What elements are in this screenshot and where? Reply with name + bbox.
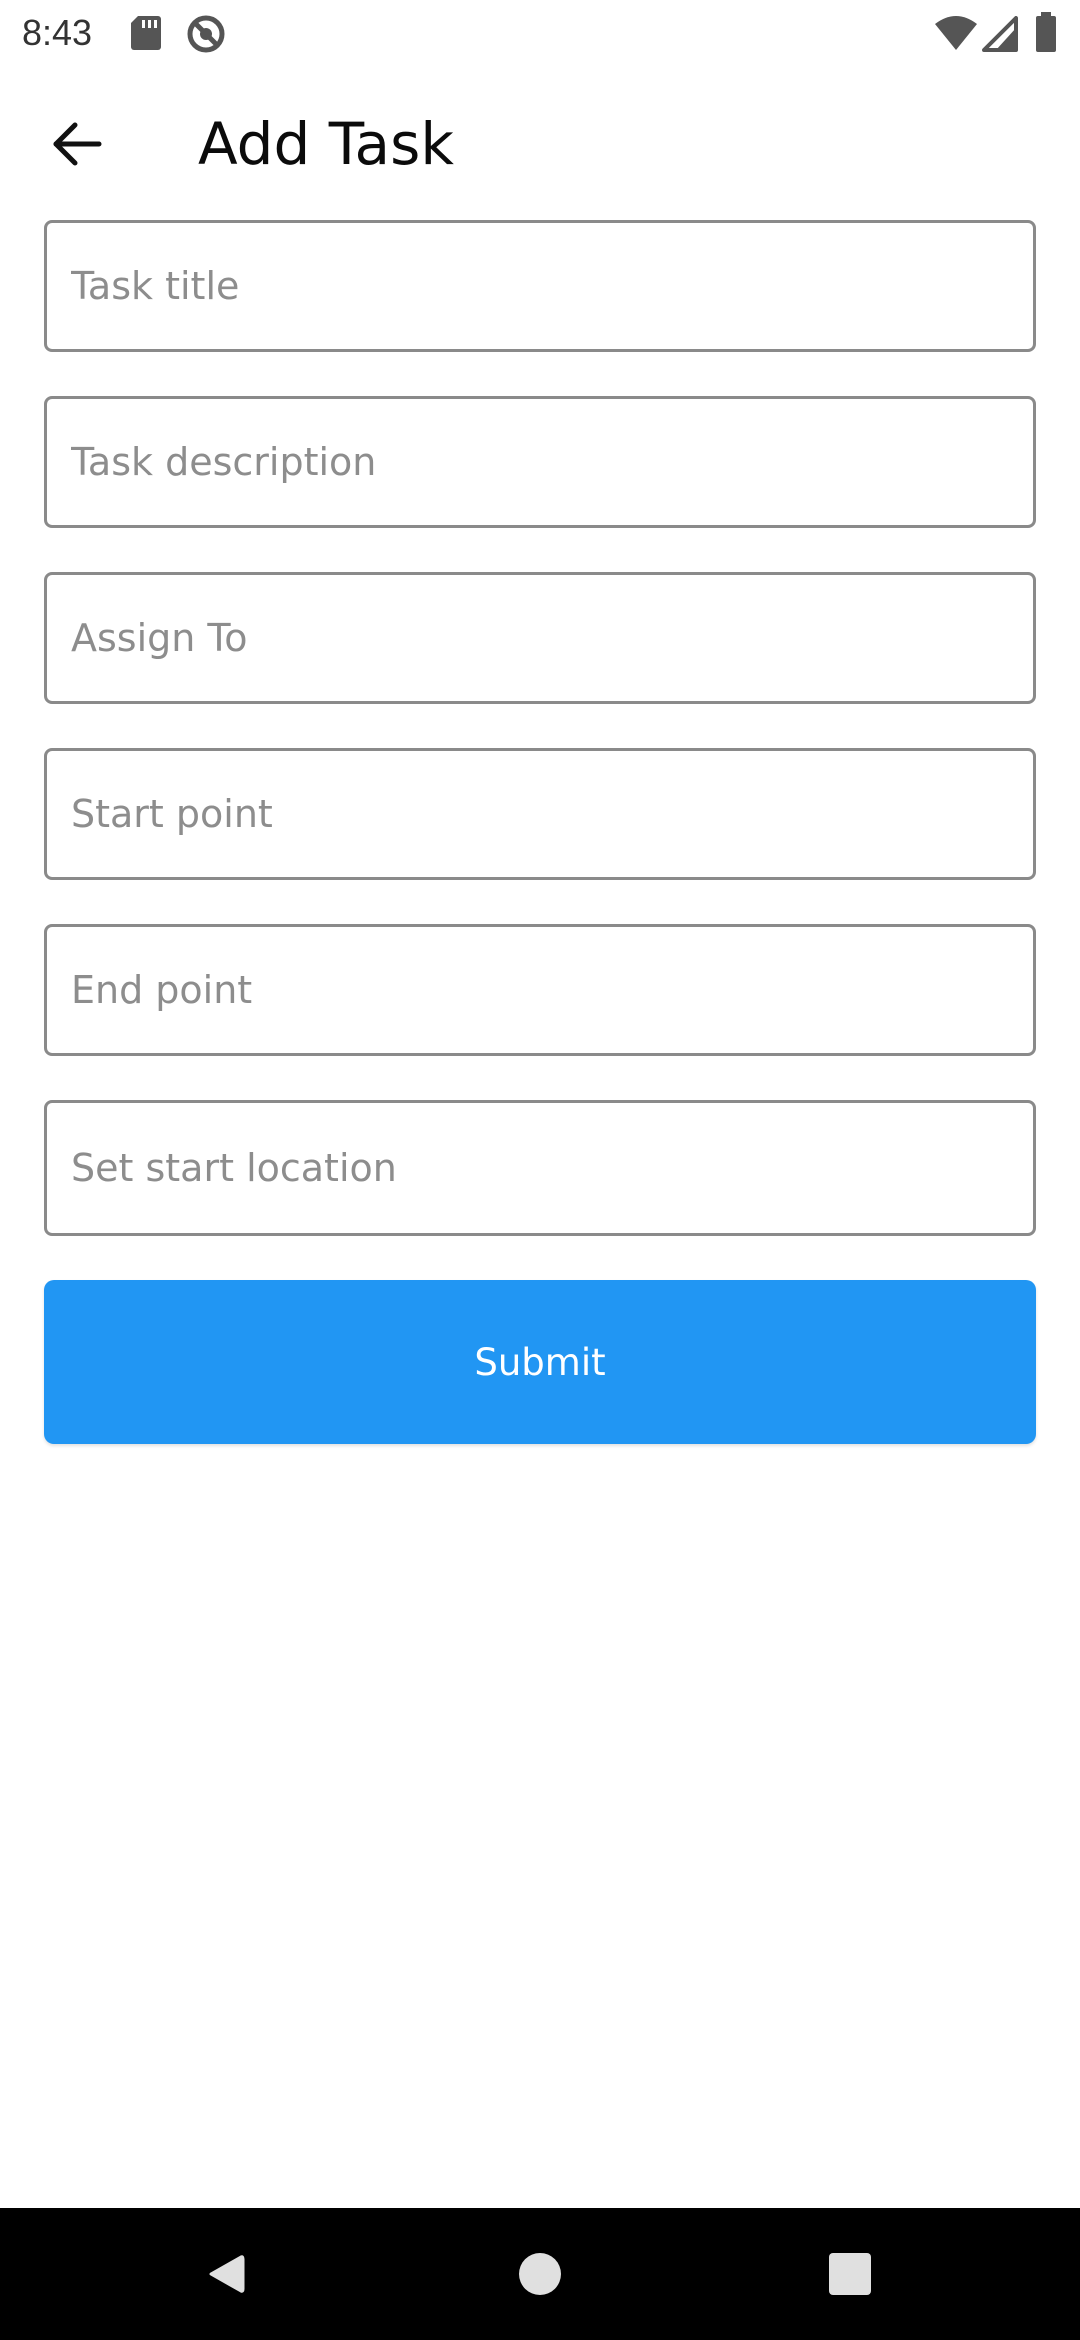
page-title: Add Task [198,110,454,178]
start-point-field[interactable] [44,748,1036,880]
assign-to-input[interactable] [71,575,1001,701]
nav-home-button[interactable] [498,2232,582,2316]
nav-recents-button[interactable] [808,2232,892,2316]
signal-icon [982,16,1018,52]
wifi-icon [935,16,977,50]
end-point-field[interactable] [44,924,1036,1056]
battery-icon [1036,12,1056,52]
start-location-input[interactable] [71,1103,1001,1233]
navigation-bar [0,2208,1080,2340]
app-bar: Add Task [0,86,1080,202]
end-point-input[interactable] [71,927,1001,1053]
status-time: 8:43 [22,12,93,53]
task-title-input[interactable] [71,223,1001,349]
start-location-field[interactable] [44,1100,1036,1236]
nav-home-icon [519,2253,561,2295]
task-title-field[interactable] [44,220,1036,352]
assign-to-field[interactable] [44,572,1036,704]
nav-back-icon [209,2255,245,2293]
arrow-back-icon [53,122,102,166]
submit-button[interactable]: Submit [44,1280,1036,1444]
start-point-input[interactable] [71,751,1001,877]
nav-back-button[interactable] [184,2232,268,2316]
do-not-disturb-icon [187,15,225,53]
sd-card-icon [131,16,161,50]
task-description-input[interactable] [71,399,1001,525]
back-button[interactable] [40,112,114,176]
nav-recents-icon [829,2253,871,2295]
status-bar: 8:43 [0,0,1080,66]
add-task-form: Submit [44,220,1036,1444]
task-description-field[interactable] [44,396,1036,528]
